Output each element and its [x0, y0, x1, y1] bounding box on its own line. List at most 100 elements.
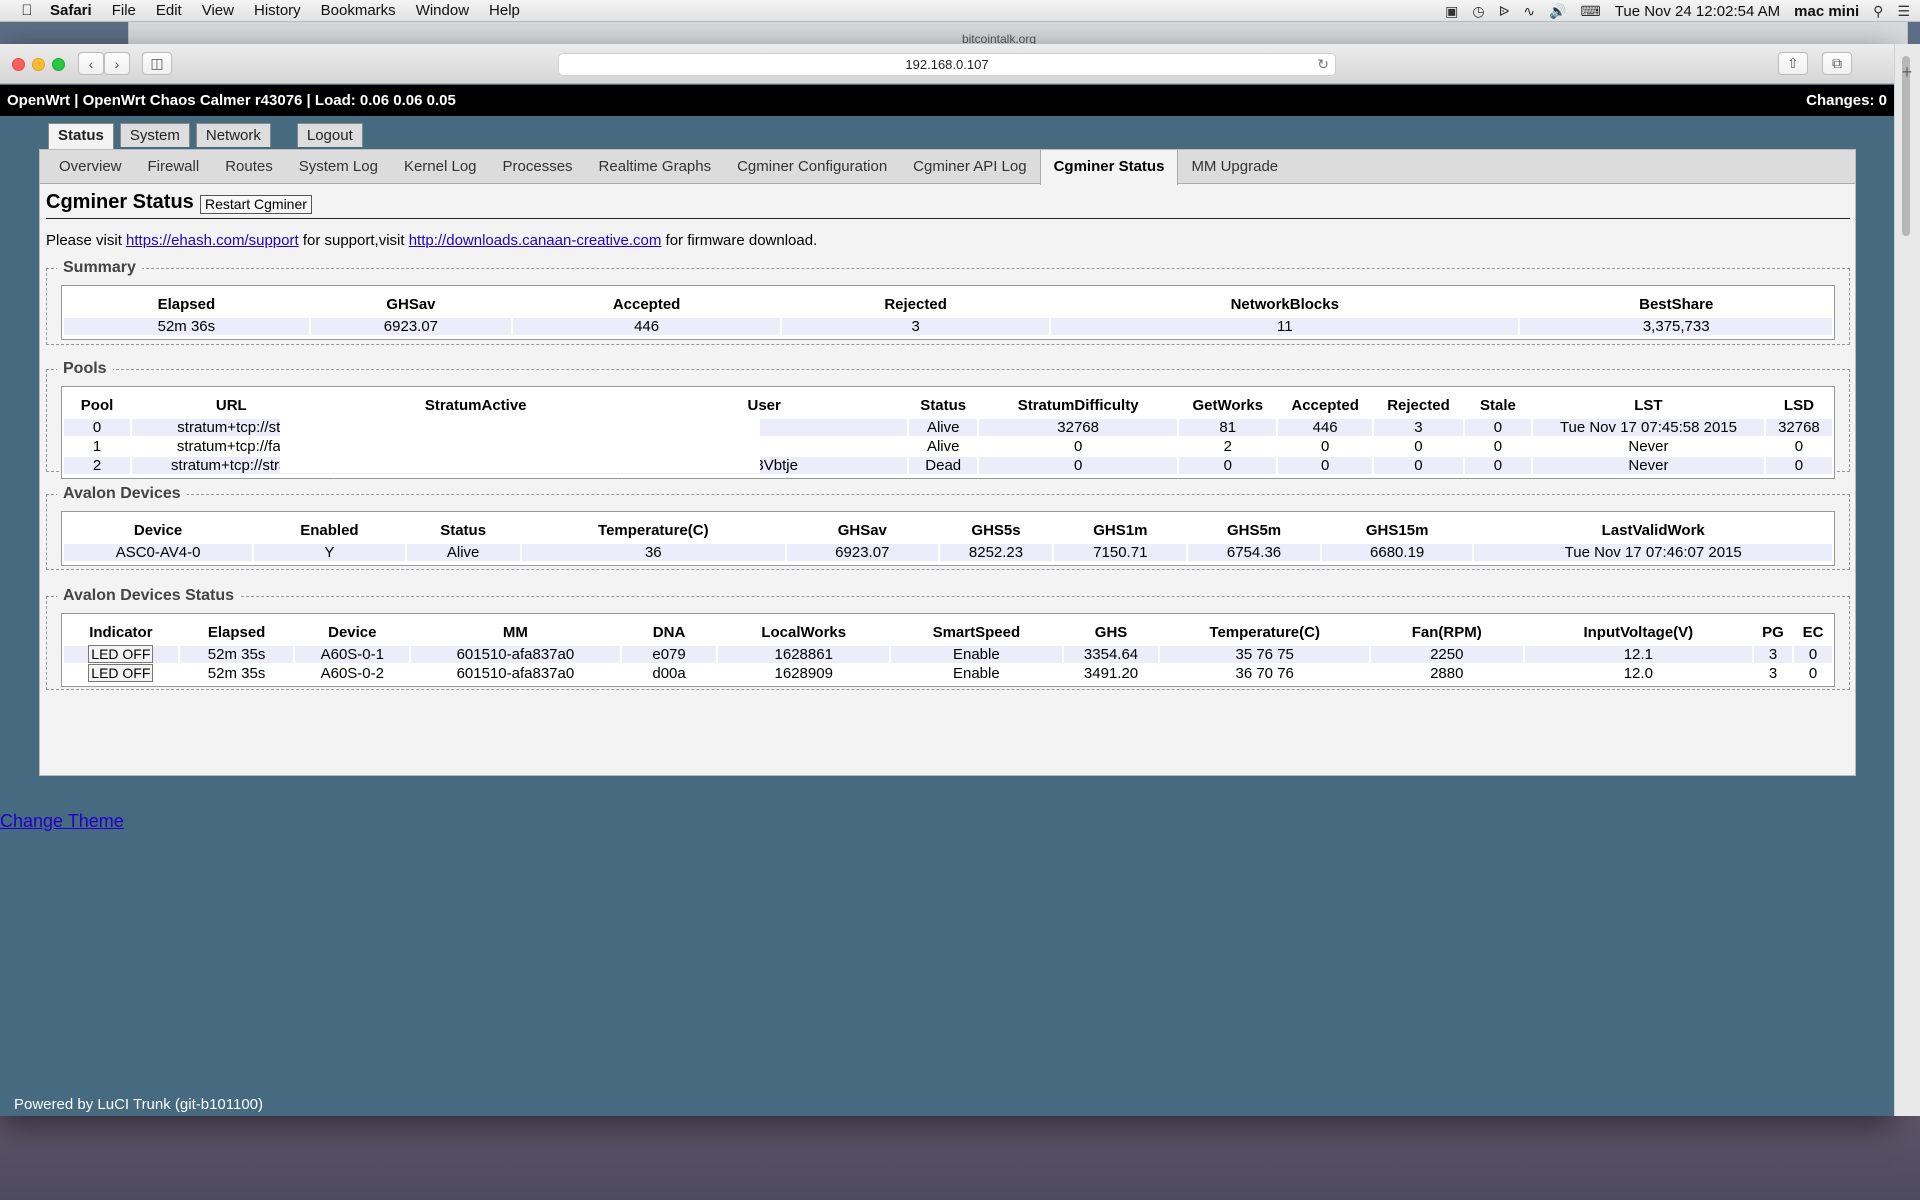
subtab-cgminer-api-log[interactable]: Cgminer API Log: [900, 150, 1039, 184]
menubar-status-area: ▣ ◷ ᐉ ∿ 🔊 ⌨ Tue Nov 24 12:02:54 AM mac m…: [1445, 0, 1910, 22]
led-toggle-button[interactable]: LED OFF: [88, 664, 154, 682]
notice-text-2: for support,visit: [298, 232, 409, 249]
pools-cell: 0: [1179, 457, 1277, 474]
subtab-overview[interactable]: Overview: [46, 150, 135, 184]
pools-cell: Never: [1533, 457, 1764, 474]
sidebar-icon[interactable]: ◫: [142, 52, 172, 75]
change-theme-link[interactable]: Change Theme: [0, 811, 124, 832]
minimize-window-icon[interactable]: [32, 58, 45, 71]
pools-header-cell: Status: [920, 396, 967, 414]
subtab-cgminer-status[interactable]: Cgminer Status: [1039, 150, 1179, 185]
notification-center-icon[interactable]: ☰: [1897, 3, 1910, 20]
avalon-header-cell: Enabled: [300, 521, 359, 539]
led-toggle-button[interactable]: LED OFF: [88, 645, 154, 663]
subtab-realtime-graphs[interactable]: Realtime Graphs: [586, 150, 725, 184]
avalon-status-header-cell: MM: [502, 623, 528, 641]
avalon-status-header-cell: Fan(RPM): [1411, 623, 1482, 641]
avalon-status-cell: 2880: [1370, 665, 1523, 682]
bluetooth-icon[interactable]: ᐉ: [1499, 3, 1510, 20]
address-bar[interactable]: 192.168.0.107 ↻: [558, 53, 1336, 76]
menu-app[interactable]: Safari: [40, 2, 102, 19]
avalon-cell: 8252.23: [939, 544, 1053, 561]
avalon-status-header-cell: Indicator: [89, 623, 153, 641]
zoom-window-icon[interactable]: [52, 58, 65, 71]
pools-header-cell: URL: [215, 396, 247, 414]
menu-help[interactable]: Help: [479, 2, 530, 19]
pools-cell: 0: [978, 438, 1178, 455]
new-tab-icon[interactable]: +: [1894, 62, 1920, 84]
pools-cell: 81: [1179, 419, 1277, 436]
avalon-status-legend: Avalon Devices Status: [63, 587, 235, 604]
forward-icon[interactable]: ›: [104, 52, 130, 75]
volume-icon[interactable]: 🔊: [1549, 3, 1566, 20]
pools-cell: 0: [1278, 438, 1373, 455]
share-icon[interactable]: ⇧: [1778, 52, 1808, 75]
apple-icon[interactable]: : [14, 2, 40, 19]
menu-edit[interactable]: Edit: [146, 2, 192, 19]
avalon-status-cell: 1628861: [718, 646, 890, 663]
support-link[interactable]: https://ehash.com/support: [126, 232, 299, 249]
summary-header-cell: BestShare: [1639, 295, 1714, 313]
pools-header-cell: StratumActive: [424, 396, 527, 414]
menubar-clock[interactable]: Tue Nov 24 12:02:54 AM: [1615, 3, 1780, 20]
menu-file[interactable]: File: [102, 2, 146, 19]
menu-history[interactable]: History: [244, 2, 311, 19]
avalon-cell: 6923.07: [787, 544, 938, 561]
avalon-status-cell: Enable: [891, 665, 1062, 682]
subtab-kernel-log[interactable]: Kernel Log: [391, 150, 490, 184]
pools-cell: 0: [1464, 419, 1531, 436]
avalon-status-cell: 0: [1793, 646, 1832, 663]
pools-table-wrap: Pool URL StratumActive User Status StratumDif…: [61, 386, 1835, 479]
menu-window[interactable]: Window: [406, 2, 479, 19]
avalon-status-cell: 3: [1754, 646, 1792, 663]
summary-cell: 6923.07: [310, 318, 512, 335]
subtab-processes[interactable]: Processes: [490, 150, 586, 184]
luci-header: OpenWrt | OpenWrt Chaos Calmer r43076 | …: [0, 85, 1894, 116]
pools-legend: Pools: [63, 360, 107, 377]
pools-header-cell: Pool: [80, 396, 114, 414]
summary-header-cell: NetworkBlocks: [1230, 295, 1339, 313]
tabs-overview-icon[interactable]: ⧉: [1822, 52, 1852, 75]
menubar-user[interactable]: mac mini: [1794, 3, 1859, 20]
screen-share-icon[interactable]: ▣: [1445, 3, 1458, 20]
avalon-status-cell: 3491.20: [1063, 665, 1159, 682]
vertical-scrollbar[interactable]: [1894, 44, 1920, 1116]
avalon-cell: 6680.19: [1321, 544, 1473, 561]
tab-system[interactable]: System: [119, 123, 190, 147]
menu-view[interactable]: View: [192, 2, 244, 19]
subtab-routes[interactable]: Routes: [212, 150, 286, 184]
avalon-status-cell: 36 70 76: [1160, 665, 1369, 682]
pools-header-cell: Accepted: [1291, 396, 1359, 414]
spotlight-icon[interactable]: ⚲: [1873, 3, 1883, 20]
pools-cell: 0: [64, 419, 131, 436]
avalon-status-section: Avalon Devices Status Indicator Elapsed De…: [46, 587, 1850, 690]
avalon-status-cell: 1628909: [718, 665, 890, 682]
subtab-cgminer-configuration[interactable]: Cgminer Configuration: [724, 150, 900, 184]
avalon-table-wrap: Device Enabled Status Temperature(C) GHSav GH…: [61, 511, 1835, 566]
wifi-icon[interactable]: ∿: [1523, 3, 1535, 20]
menu-bookmarks[interactable]: Bookmarks: [311, 2, 406, 19]
close-window-icon[interactable]: [12, 58, 25, 71]
avalon-status-cell: A60S-0-2: [295, 665, 410, 682]
tab-network[interactable]: Network: [195, 123, 271, 147]
subtab-firewall[interactable]: Firewall: [135, 150, 213, 184]
avalon-devices-section: Avalon Devices Device Enabled Status Temper…: [46, 485, 1850, 570]
back-icon[interactable]: ‹: [78, 52, 104, 75]
tab-logout[interactable]: Logout: [296, 123, 363, 147]
summary-header-cell: GHSav: [386, 295, 436, 313]
keyboard-icon[interactable]: ⌨: [1581, 3, 1601, 20]
notice-text-3: for firmware download.: [661, 232, 818, 249]
subtab-system-log[interactable]: System Log: [286, 150, 391, 184]
download-link[interactable]: http://downloads.canaan-creative.com: [409, 232, 662, 249]
restart-cgminer-button[interactable]: Restart Cgminer: [200, 195, 312, 214]
tab-status[interactable]: Status: [48, 123, 114, 150]
summary-cell: 3,375,733: [1520, 318, 1832, 335]
avalon-table: Device Enabled Status Temperature(C) GHSav GH…: [62, 516, 1834, 563]
pools-cell: 0: [1374, 438, 1463, 455]
summary-table: Elapsed GHSav Accepted Rejected NetworkBlock…: [62, 290, 1834, 337]
subtab-mm-upgrade[interactable]: MM Upgrade: [1178, 150, 1291, 184]
time-machine-icon[interactable]: ◷: [1472, 3, 1484, 20]
pools-cell: 0: [1278, 457, 1373, 474]
reload-icon[interactable]: ↻: [1317, 54, 1329, 75]
changes-count[interactable]: Changes: 0: [1806, 85, 1887, 116]
